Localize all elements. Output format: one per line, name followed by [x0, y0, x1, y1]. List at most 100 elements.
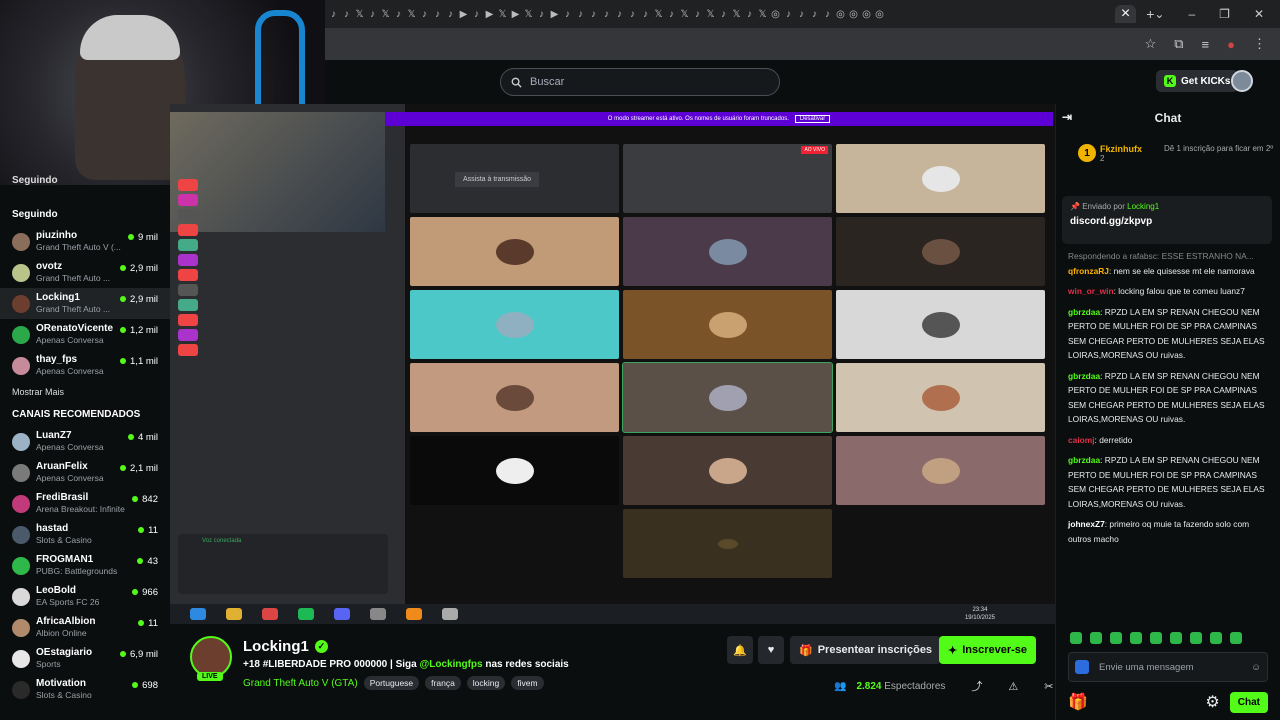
- sidebar-channel[interactable]: FROGMAN1 PUBG: Battlegrounds 43: [0, 550, 170, 581]
- search-input[interactable]: Buscar: [500, 68, 780, 96]
- subscribe-button[interactable]: ✦ Inscrever-se: [939, 636, 1037, 664]
- browser-tab[interactable]: ◎: [849, 9, 858, 20]
- send-chat-button[interactable]: Chat: [1229, 691, 1268, 713]
- browser-tab[interactable]: ♪: [745, 9, 754, 20]
- browser-tab[interactable]: 𝕏: [732, 9, 741, 20]
- category-link[interactable]: Grand Theft Auto V (GTA): [243, 678, 358, 689]
- browser-tab[interactable]: ◎: [836, 9, 845, 20]
- emote-icon[interactable]: [1210, 632, 1222, 644]
- browser-tab[interactable]: 𝕏: [381, 9, 390, 20]
- stream-player[interactable]: Voz conectada O modo streamer está ativo…: [170, 104, 1055, 624]
- browser-tab[interactable]: ♪: [420, 9, 429, 20]
- browser-tab[interactable]: ◎: [862, 9, 871, 20]
- streamer-name[interactable]: Locking1: [243, 638, 309, 655]
- emote-icon[interactable]: [1110, 632, 1122, 644]
- browser-tab[interactable]: ♪: [693, 9, 702, 20]
- browser-tab[interactable]: ♪: [589, 9, 598, 20]
- sidebar-channel[interactable]: FrediBrasil Arena Breakout: Infinite 842: [0, 488, 170, 519]
- browser-tab[interactable]: 𝕏: [680, 9, 689, 20]
- close-window-button[interactable]: ✕: [1254, 7, 1264, 21]
- emote-icon[interactable]: [1150, 632, 1162, 644]
- chat-username[interactable]: gbrzdaa: [1068, 455, 1100, 465]
- browser-tab[interactable]: ▶: [511, 9, 520, 20]
- profile-icon[interactable]: ●: [1227, 37, 1235, 52]
- emote-icon[interactable]: [1130, 632, 1142, 644]
- browser-tab[interactable]: ♪: [810, 9, 819, 20]
- sidebar-channel[interactable]: Locking1 Grand Theft Auto ... 2,9 mil: [0, 288, 170, 319]
- emote-icon[interactable]: [1170, 632, 1182, 644]
- collapse-chat-icon[interactable]: ⇥: [1062, 110, 1072, 124]
- chat-username[interactable]: gbrzdaa: [1068, 371, 1100, 381]
- sidebar-channel[interactable]: LeoBold EA Sports FC 26 966: [0, 581, 170, 612]
- tag[interactable]: frança: [425, 676, 461, 690]
- pinned-link[interactable]: discord.gg/zkpvp: [1070, 216, 1264, 227]
- tag[interactable]: locking: [466, 676, 506, 690]
- browser-tab[interactable]: 𝕏: [758, 9, 767, 20]
- show-more-link[interactable]: Mostrar Mais: [0, 387, 170, 397]
- sidebar-channel[interactable]: ovotz Grand Theft Auto ... 2,9 mil: [0, 257, 170, 288]
- browser-tab[interactable]: ▶: [459, 9, 468, 20]
- browser-tab[interactable]: ♪: [394, 9, 403, 20]
- browser-tab[interactable]: ♪: [784, 9, 793, 20]
- browser-tab[interactable]: ♪: [537, 9, 546, 20]
- sidebar-channel[interactable]: Motivation Slots & Casino 698: [0, 674, 170, 705]
- browser-tab[interactable]: ♪: [602, 9, 611, 20]
- browser-tab[interactable]: ♪: [433, 9, 442, 20]
- browser-tab[interactable]: ♪: [667, 9, 676, 20]
- browser-tab[interactable]: ◎: [875, 9, 884, 20]
- browser-tab[interactable]: ♪: [368, 9, 377, 20]
- browser-tab[interactable]: ♪: [446, 9, 455, 20]
- browser-tab[interactable]: ♪: [719, 9, 728, 20]
- new-tab-button[interactable]: +: [1146, 6, 1154, 22]
- chat-settings-icon[interactable]: ⚙: [1205, 692, 1219, 712]
- follow-heart-button[interactable]: ♥: [758, 636, 784, 664]
- sidebar-channel[interactable]: AruanFelix Apenas Conversa 2,1 mil: [0, 457, 170, 488]
- sidebar-channel[interactable]: AfricaAlbion Albion Online 11: [0, 612, 170, 643]
- emote-icon[interactable]: [1230, 632, 1242, 644]
- gift-subs-button[interactable]: 🎁 Presentear inscrições: [790, 636, 942, 664]
- report-icon[interactable]: ⚠: [1008, 680, 1018, 693]
- browser-tab[interactable]: ♪: [615, 9, 624, 20]
- tag[interactable]: fivem: [511, 676, 544, 690]
- chat-input[interactable]: Envie uma mensagem ☺: [1068, 652, 1268, 682]
- tag[interactable]: Portuguese: [363, 676, 420, 690]
- browser-tab[interactable]: ▶: [485, 9, 494, 20]
- chat-username[interactable]: gbrzdaa: [1068, 307, 1100, 317]
- browser-tab[interactable]: ♪: [472, 9, 481, 20]
- tab-search-icon[interactable]: ⌄: [1154, 7, 1164, 21]
- emote-icon[interactable]: [1090, 632, 1102, 644]
- browser-tab[interactable]: ♪: [823, 9, 832, 20]
- maximize-button[interactable]: ❐: [1219, 7, 1230, 21]
- emoji-icon[interactable]: ☺: [1251, 662, 1261, 673]
- browser-tab[interactable]: 𝕏: [355, 9, 364, 20]
- chat-username[interactable]: win_or_win: [1068, 286, 1114, 296]
- browser-menu-icon[interactable]: ⋮: [1253, 36, 1266, 52]
- social-handle-link[interactable]: @Lockingfps: [419, 659, 482, 670]
- reply-preview[interactable]: Respondendo a rafabsc: ESSE ESTRANHO NA.…: [1068, 249, 1273, 264]
- pinned-message[interactable]: 📌 Enviado por Locking1 discord.gg/zkpvp: [1062, 196, 1272, 244]
- browser-tab[interactable]: ♪: [641, 9, 650, 20]
- browser-tab[interactable]: ♪: [329, 9, 338, 20]
- user-avatar[interactable]: [1231, 70, 1253, 92]
- following-header-top[interactable]: Seguindo: [0, 175, 170, 187]
- extensions-icon[interactable]: ⧉: [1174, 36, 1183, 52]
- sidebar-channel[interactable]: piuzinho Grand Theft Auto V (... 9 mil: [0, 226, 170, 257]
- emote-icon[interactable]: [1070, 632, 1082, 644]
- minimize-button[interactable]: –: [1188, 7, 1195, 21]
- sidebar-channel[interactable]: LuanZ7 Apenas Conversa 4 mil: [0, 426, 170, 457]
- sidebar-channel[interactable]: ORenatoVicente Apenas Conversa 1,2 mil: [0, 319, 170, 350]
- browser-tab[interactable]: ▶: [550, 9, 559, 20]
- browser-tab[interactable]: 𝕏: [706, 9, 715, 20]
- browser-tab[interactable]: ♪: [342, 9, 351, 20]
- chat-username[interactable]: johnexZ7: [1068, 519, 1105, 529]
- gift-box-icon[interactable]: 🎁: [1068, 692, 1088, 712]
- sidebar-channel[interactable]: thay_fps Apenas Conversa 1,1 mil: [0, 350, 170, 381]
- reading-list-icon[interactable]: ≡: [1202, 37, 1210, 52]
- notification-bell-button[interactable]: 🔔: [727, 636, 753, 664]
- emote-icon[interactable]: [1190, 632, 1202, 644]
- chat-username[interactable]: qfronzaRJ: [1068, 266, 1109, 276]
- browser-tab[interactable]: ♪: [628, 9, 637, 20]
- chat-username[interactable]: caiomj: [1068, 435, 1095, 445]
- browser-tab[interactable]: ♪: [797, 9, 806, 20]
- browser-tab[interactable]: 𝕏: [654, 9, 663, 20]
